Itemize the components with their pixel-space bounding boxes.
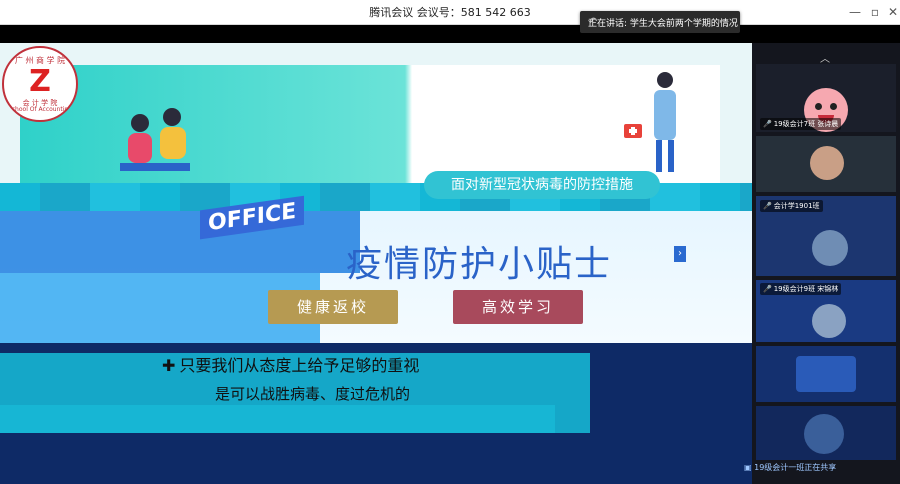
minimize-icon[interactable]: —	[846, 3, 864, 21]
render-glitch	[0, 405, 555, 433]
speaking-notification: 正在讲话: 学生大会前两个学期的情况 ↶	[580, 11, 740, 33]
chevron-up-icon[interactable]: ︿	[820, 50, 830, 65]
tip-line-1: ✚ 只要我们从态度上给予足够的重视	[162, 352, 419, 376]
top-strip	[0, 25, 900, 43]
window-title: 腾讯会议 会议号：581 542 663	[369, 6, 531, 19]
window-titlebar: 腾讯会议 会议号：581 542 663 — ▫ ✕	[0, 0, 900, 25]
participant-photo	[812, 304, 846, 338]
participant-photo	[810, 146, 844, 180]
efficient-study-button[interactable]: 高效学习	[453, 290, 583, 324]
slide-subtitle: 面对新型冠状病毒的防控措施	[424, 171, 660, 199]
logo-center-text: Z	[29, 64, 51, 99]
participant-name: 🎤 19级会计7班 张诗晨	[760, 118, 842, 130]
school-logo: 广 州 商 学 院 Z 会 计 学 院 School Of Accounting	[2, 46, 78, 122]
doctor-illustration	[624, 72, 676, 172]
sharing-status: ▣ 19级会计一班正在共享	[744, 463, 837, 472]
participant-name: 🎤 19级会计9班 宋锦林	[760, 283, 842, 295]
participant-tile[interactable]	[756, 406, 896, 460]
logo-bottom-en: School Of Accounting	[7, 106, 73, 113]
chevron-right-icon[interactable]: ›	[674, 246, 686, 262]
participant-tile[interactable]	[756, 136, 896, 192]
cross-icon: ✚	[162, 356, 176, 375]
participant-photo	[804, 414, 844, 454]
participant-name: 🎤 会计学1901班	[760, 200, 823, 212]
people-illustration	[120, 108, 190, 171]
participant-photo	[812, 230, 848, 266]
tip-line-2: 是可以战胜病毒、度过危机的	[215, 385, 411, 403]
shared-screen: 广 州 商 学 院 Z 会 计 学 院 School Of Accounting…	[0, 43, 752, 343]
screen-share-icon: ▣	[744, 463, 755, 472]
participant-tile[interactable]	[756, 346, 896, 402]
microphone-icon: 🎤	[763, 285, 772, 293]
slide-title: 疫情防护小贴士	[346, 244, 613, 285]
participant-tile[interactable]: 🎤 会计学1901班	[756, 196, 896, 276]
render-glitch	[0, 211, 360, 273]
close-icon[interactable]: ✕	[884, 3, 900, 21]
participant-tile[interactable]: 🎤 19级会计9班 宋锦林	[756, 280, 896, 342]
microphone-icon: 🎤	[763, 120, 772, 128]
participant-photo	[796, 356, 856, 392]
maximize-icon[interactable]: ▫	[866, 3, 884, 21]
health-return-button[interactable]: 健康返校	[268, 290, 398, 324]
microphone-icon: 🎤	[763, 202, 772, 210]
participant-tile[interactable]: 🎤 19级会计7班 张诗晨	[756, 64, 896, 132]
undo-icon[interactable]: ↶	[588, 15, 734, 28]
tip-text-1: 只要我们从态度上给予足够的重视	[179, 356, 420, 375]
